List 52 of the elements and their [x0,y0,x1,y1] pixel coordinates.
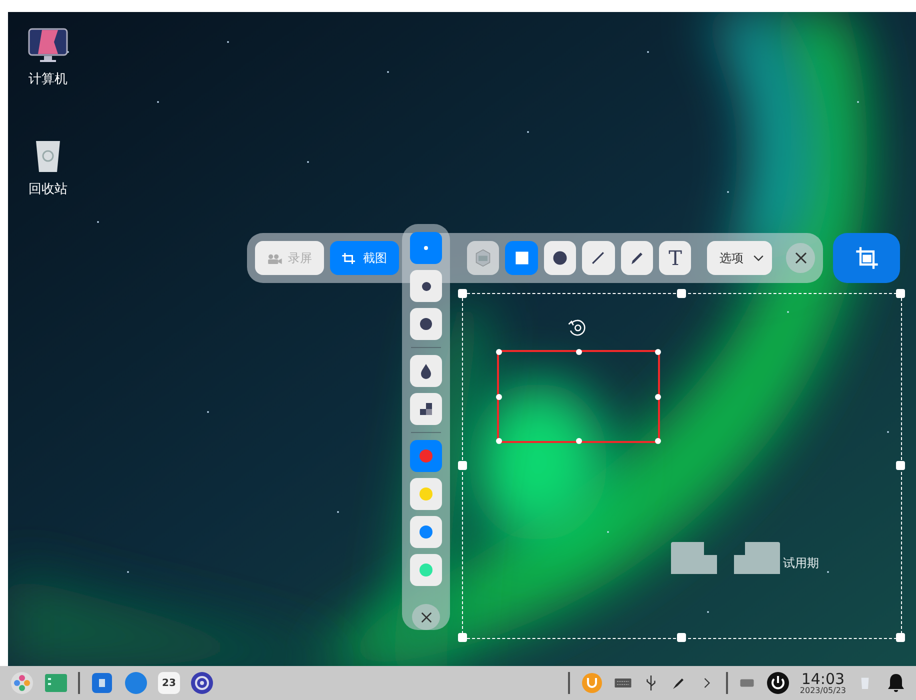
icon-label[interactable]: 回收站 [28,180,68,198]
camera-icon [267,252,282,264]
dot-icon [420,318,432,330]
file-manager-icon[interactable] [44,671,68,695]
gear-icon[interactable] [190,671,214,695]
pen-size-button[interactable] [410,270,442,302]
app-store-icon[interactable] [90,671,114,695]
color-swatch[interactable] [410,554,442,586]
line-tool-button[interactable] [582,241,615,275]
dot-icon [422,282,430,290]
options-dropdown[interactable]: 选项 [707,241,772,275]
resize-handle[interactable] [896,633,905,642]
calendar-icon[interactable]: 23 [158,672,180,694]
resize-handle[interactable] [677,289,686,298]
icon-label[interactable]: 计算机 [28,70,68,88]
launcher-icon[interactable] [10,671,34,695]
mosaic-button[interactable] [410,393,442,425]
annotation-label: 试用期 [783,554,819,572]
clock-date[interactable]: 2023/05/23 [800,686,846,694]
pen-tool-button[interactable] [620,241,654,275]
color-swatch[interactable] [410,478,442,510]
power-icon[interactable] [766,671,790,695]
close-icon [420,610,432,624]
square-icon [512,249,531,267]
close-icon [794,251,808,265]
resize-handle[interactable] [896,461,905,470]
resize-handle[interactable] [458,461,467,470]
pen-size-button[interactable] [410,308,442,340]
dot-icon [424,246,428,250]
close-button[interactable] [786,243,816,273]
crop-icon [854,245,880,271]
close-button[interactable] [412,604,440,630]
crop-icon [342,252,357,264]
screenshot-mode-button[interactable]: 截图 [330,241,399,275]
rect-tool-button[interactable] [505,241,538,275]
placeholder-block [671,542,717,574]
ellipse-tool-button[interactable] [544,241,576,275]
rectangle-annotation[interactable] [497,350,660,443]
hexagon-icon [474,249,492,267]
color-swatch[interactable] [410,516,442,548]
resize-handle[interactable] [458,289,467,298]
circle-icon [551,249,570,267]
blur-button[interactable] [410,355,442,387]
resize-handle[interactable] [896,289,905,298]
monitor-icon[interactable] [28,28,68,64]
color-swatch[interactable] [410,440,442,472]
crop-button[interactable] [833,233,900,283]
resize-handle[interactable] [677,633,686,642]
text-tool-button[interactable]: T [659,241,692,275]
clock-time[interactable]: 14:03 [801,672,845,686]
chevron-down-icon [753,254,764,262]
resize-handle[interactable] [458,633,467,642]
